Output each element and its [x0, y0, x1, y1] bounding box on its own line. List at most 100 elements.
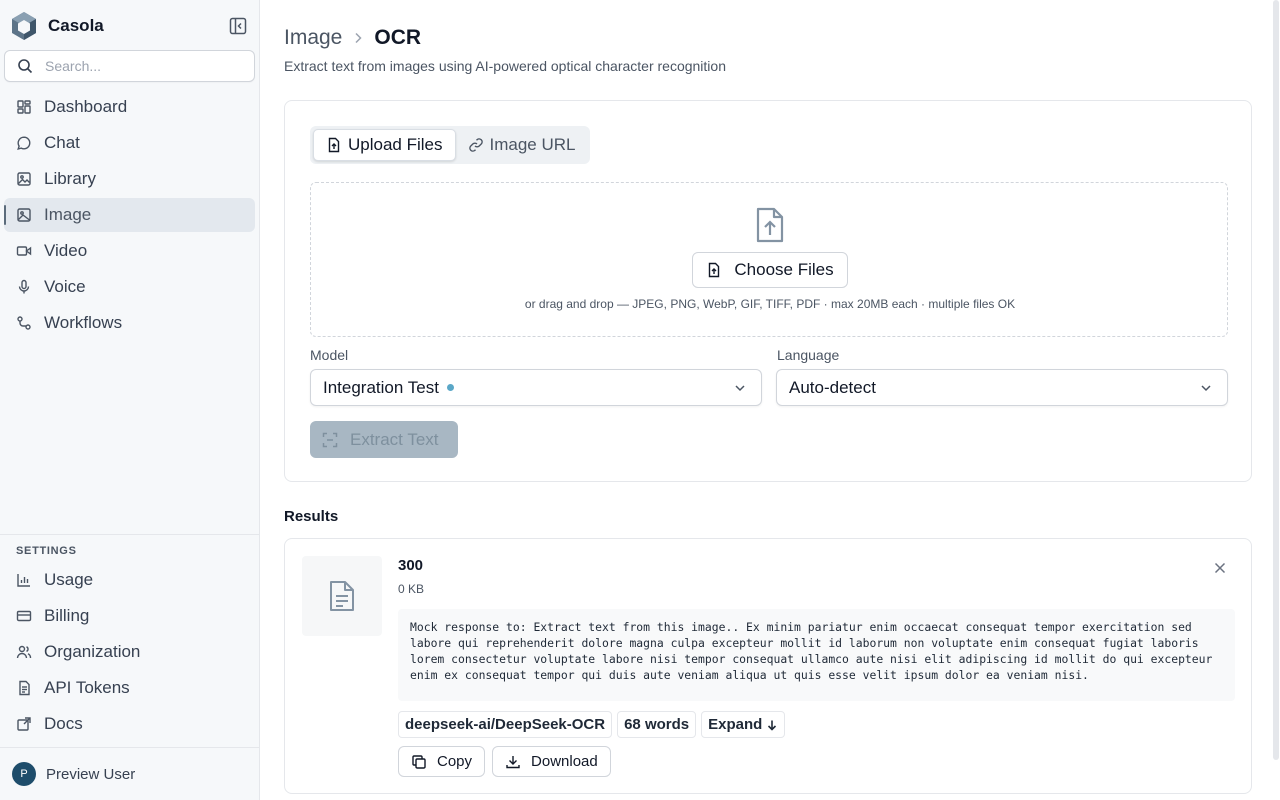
- search-icon: [18, 59, 33, 74]
- upload-hint: or drag and drop — JPEG, PNG, WebP, GIF,…: [524, 297, 1016, 311]
- scan-text-icon: [322, 432, 338, 447]
- sidebar-item-workflows[interactable]: Workflows: [4, 306, 255, 340]
- extract-text-button[interactable]: Extract Text: [310, 421, 458, 458]
- sidebar-item-docs[interactable]: Docs: [4, 707, 255, 741]
- sidebar-item-dashboard[interactable]: Dashboard: [4, 90, 255, 124]
- microphone-icon: [18, 279, 30, 294]
- chevron-down-icon: [1201, 385, 1211, 392]
- credit-card-icon: [16, 610, 32, 622]
- sidebar-divider: [0, 747, 259, 748]
- result-actions: Copy Download: [398, 746, 618, 777]
- sidebar-item-label: Library: [44, 169, 96, 188]
- bar-chart-icon: [17, 574, 30, 587]
- sidebar-item-label: Billing: [44, 606, 90, 625]
- result-file-size: 0 KB: [398, 582, 425, 596]
- ocr-form-card: Upload Files Image URL Choose Files or d…: [284, 100, 1252, 482]
- library-icon: [17, 172, 31, 186]
- file-text-icon: [330, 581, 354, 611]
- sidebar-item-image[interactable]: Image: [4, 198, 255, 232]
- sidebar-item-label: API Tokens: [44, 678, 130, 697]
- search-box[interactable]: [4, 50, 255, 82]
- file-dropzone[interactable]: Choose Files or drag and drop — JPEG, PN…: [310, 182, 1228, 337]
- result-meta: deepseek-ai/DeepSeek-OCR 68 words Expand: [398, 711, 790, 738]
- breadcrumb-parent[interactable]: Image: [284, 26, 342, 50]
- sidebar-item-label: Voice: [44, 277, 86, 296]
- tab-image-url[interactable]: Image URL: [456, 129, 588, 161]
- scrollbar-thumb[interactable]: [1273, 0, 1279, 760]
- sidebar-divider: [0, 534, 259, 535]
- sidebar-item-label: Dashboard: [44, 97, 128, 116]
- dashboard-icon: [17, 100, 31, 114]
- sidebar-item-library[interactable]: Library: [4, 162, 255, 196]
- status-dot: [446, 384, 454, 391]
- sidebar-item-voice[interactable]: Voice: [4, 270, 255, 304]
- casola-logo-icon: [12, 12, 36, 40]
- expand-label: Expand: [708, 716, 763, 733]
- sidebar-item-api-tokens[interactable]: API Tokens: [4, 671, 255, 705]
- language-select[interactable]: Auto-detect: [776, 369, 1228, 406]
- result-item: 300 0 KB Mock response to: Extract text …: [284, 538, 1252, 794]
- page-scrollbar[interactable]: [1272, 0, 1280, 760]
- sidebar-item-billing[interactable]: Billing: [4, 599, 255, 633]
- download-label: Download: [531, 753, 598, 770]
- copy-button[interactable]: Copy: [398, 746, 486, 777]
- file-upload-icon: [709, 262, 720, 278]
- model-select[interactable]: Integration Test: [310, 369, 762, 406]
- search-input[interactable]: [45, 58, 225, 74]
- sidebar: Casola Dashboard Chat Library Image: [0, 0, 260, 800]
- download-icon: [506, 755, 520, 768]
- page-subtitle: Extract text from images using AI-powere…: [284, 58, 726, 74]
- file-upload-icon: [756, 207, 784, 243]
- token-icon: [19, 680, 30, 696]
- workflow-icon: [17, 316, 31, 330]
- language-label: Language: [777, 347, 840, 363]
- sidebar-item-label: Usage: [44, 570, 94, 589]
- arrow-down-icon: [768, 720, 777, 731]
- word-count-badge: 68 words: [617, 711, 697, 738]
- video-icon: [16, 246, 32, 256]
- choose-files-button[interactable]: Choose Files: [692, 252, 848, 288]
- sidebar-item-usage[interactable]: Usage: [4, 563, 255, 597]
- result-file-name: 300: [398, 557, 424, 574]
- sidebar-item-label: Image: [44, 205, 92, 224]
- settings-nav: Usage Billing Organization API Tokens Do…: [4, 563, 255, 743]
- brand: Casola: [8, 10, 252, 42]
- sidebar-item-label: Docs: [44, 714, 83, 733]
- sidebar-item-chat[interactable]: Chat: [4, 126, 255, 160]
- source-tabs: Upload Files Image URL: [310, 126, 591, 164]
- model-badge: deepseek-ai/DeepSeek-OCR: [398, 711, 613, 738]
- main-nav: Dashboard Chat Library Image Video Voice…: [4, 90, 255, 342]
- download-button[interactable]: Download: [492, 746, 611, 777]
- external-link-icon: [17, 717, 31, 731]
- sidebar-item-organization[interactable]: Organization: [4, 635, 255, 669]
- settings-heading: SETTINGS: [16, 545, 77, 557]
- page-title: OCR: [374, 26, 422, 49]
- extract-text-label: Extract Text: [350, 429, 439, 449]
- language-value: Auto-detect: [789, 377, 876, 397]
- tab-label: Image URL: [489, 135, 576, 154]
- choose-files-label: Choose Files: [734, 260, 834, 279]
- chevron-down-icon: [735, 385, 745, 392]
- sidebar-item-label: Organization: [44, 642, 141, 661]
- users-icon: [16, 645, 32, 659]
- sidebar-item-video[interactable]: Video: [4, 234, 255, 268]
- results-heading: Results: [284, 508, 339, 525]
- model-value: Integration Test: [323, 377, 439, 397]
- sidebar-item-label: Video: [44, 241, 88, 260]
- extracted-text: Mock response to: Extract text from this…: [398, 609, 1235, 701]
- user-name: Preview User: [46, 765, 136, 783]
- image-icon: [17, 208, 31, 222]
- collapse-sidebar-icon[interactable]: [228, 16, 248, 36]
- file-upload-icon: [328, 137, 340, 153]
- tab-upload-files[interactable]: Upload Files: [313, 129, 456, 161]
- chat-icon: [17, 136, 31, 151]
- chevron-right-icon: [355, 32, 362, 44]
- sidebar-item-label: Workflows: [44, 313, 123, 332]
- link-icon: [468, 138, 483, 152]
- copy-icon: [412, 754, 426, 769]
- file-thumbnail: [302, 556, 382, 636]
- expand-button[interactable]: Expand: [701, 711, 786, 738]
- user-menu[interactable]: P Preview User: [12, 762, 135, 786]
- app-name: Casola: [48, 16, 104, 35]
- close-icon[interactable]: [1213, 561, 1227, 575]
